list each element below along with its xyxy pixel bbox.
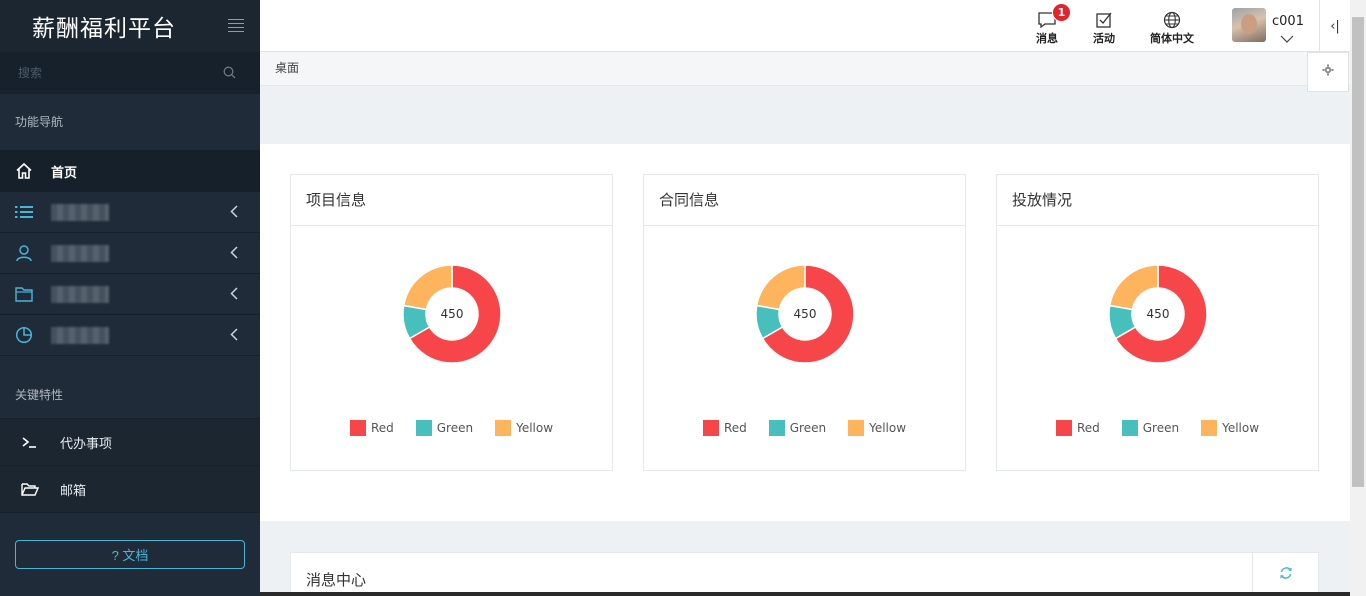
settings-button[interactable] (1307, 52, 1349, 92)
folder-icon (14, 284, 34, 304)
collapse-panel-button[interactable]: ‹| (1319, 0, 1350, 52)
pie-chart-icon (14, 325, 34, 345)
legend-label: Yellow (1222, 421, 1260, 435)
search-input[interactable] (18, 66, 208, 80)
legend-item-red[interactable]: Red (1055, 420, 1100, 436)
card-title: 投放情况 (997, 175, 1318, 226)
legend-label: Red (1076, 421, 1100, 435)
sidebar-item-mailbox[interactable]: 邮箱 (0, 466, 260, 513)
legend-swatch (415, 420, 432, 436)
legend-label: Red (370, 421, 394, 435)
chevron-left-icon (230, 246, 238, 263)
refresh-icon (1279, 566, 1293, 584)
sidebar-search (0, 52, 260, 94)
sidebar: 薪酬福利平台 功能导航 首页 (0, 0, 260, 596)
scrollbar-thumb[interactable] (1352, 17, 1364, 487)
gear-icon (1322, 64, 1334, 80)
features-section-title: 关键特性 (0, 356, 260, 419)
sidebar-item-user[interactable] (0, 233, 260, 274)
home-icon (14, 161, 34, 181)
sidebar-item-label-redacted (51, 285, 109, 303)
card-title: 项目信息 (291, 175, 612, 226)
legend-swatch (848, 420, 865, 436)
legend-label: Red (723, 421, 747, 435)
language-button[interactable]: 简体中文 (1150, 10, 1194, 46)
username[interactable]: c001 (1272, 14, 1304, 29)
sidebar-item-todo[interactable]: 代办事项 (0, 419, 260, 466)
breadcrumb[interactable]: 桌面 (260, 52, 1350, 86)
list-icon (14, 202, 34, 222)
legend-item-yellow[interactable]: Yellow (495, 420, 553, 436)
legend-label: Yellow (516, 421, 554, 435)
legend-swatch (349, 420, 366, 436)
sidebar-item-label: 首页 (51, 165, 78, 181)
vertical-scrollbar[interactable] (1350, 0, 1366, 596)
legend-item-yellow[interactable]: Yellow (1201, 420, 1259, 436)
activity-button[interactable]: 活动 (1093, 10, 1115, 46)
legend-label: Green (436, 421, 474, 435)
sidebar-item-list[interactable] (0, 192, 260, 233)
hamburger-menu-icon[interactable] (228, 19, 244, 33)
legend-item-red[interactable]: Red (349, 420, 394, 436)
sidebar-item-folder[interactable] (0, 274, 260, 315)
delivery-status-card: 投放情况 450 Red Green Yellow (996, 174, 1319, 471)
legend-swatch (1201, 420, 1218, 436)
sidebar-item-label: 代办事项 (60, 436, 113, 452)
legend-item-green[interactable]: Green (1121, 420, 1180, 436)
window-bottom-edge (260, 592, 1350, 596)
sidebar-item-chart[interactable] (0, 315, 260, 356)
sidebar-item-label: 邮箱 (60, 483, 87, 499)
sidebar-item-label-redacted (51, 326, 109, 344)
messages-button[interactable]: 1 消息 (1036, 3, 1071, 46)
nav-section-title: 功能导航 (0, 94, 260, 151)
app-title: 薪酬福利平台 (32, 16, 176, 42)
terminal-icon (20, 432, 40, 452)
legend-label: Yellow (869, 421, 907, 435)
legend-item-green[interactable]: Green (768, 420, 827, 436)
donut-center-value: 450 (440, 307, 464, 321)
legend-item-red[interactable]: Red (702, 420, 747, 436)
top-header: 1 消息 活动 简体中文 c001 ‹| (260, 0, 1350, 52)
card-title: 消息中心 (306, 571, 367, 589)
donut-center-value: 450 (793, 307, 817, 321)
sidebar-item-label-redacted (51, 244, 109, 262)
legend-swatch (1121, 420, 1138, 436)
legend-item-yellow[interactable]: Yellow (848, 420, 906, 436)
legend-label: Green (1142, 421, 1180, 435)
messages-badge: 1 (1052, 3, 1071, 22)
legend-swatch (768, 420, 785, 436)
folder-open-icon (20, 479, 40, 499)
donut-center-value: 450 (1146, 307, 1170, 321)
chart-legend: Red Green Yellow (997, 420, 1318, 436)
messages-label: 消息 (1036, 32, 1058, 45)
sidebar-item-label-redacted (51, 203, 109, 221)
globe-icon (1163, 10, 1181, 30)
legend-swatch (495, 420, 512, 436)
docs-button[interactable]: ? 文档 (15, 540, 245, 569)
card-title: 合同信息 (644, 175, 965, 226)
sidebar-header: 薪酬福利平台 (0, 0, 260, 52)
legend-item-green[interactable]: Green (415, 420, 474, 436)
message-center-card: 消息中心 (290, 552, 1319, 596)
language-label: 简体中文 (1150, 32, 1194, 45)
chevron-left-icon (230, 328, 238, 345)
refresh-button[interactable] (1252, 553, 1318, 596)
checkbox-icon (1095, 10, 1113, 30)
chevron-down-icon[interactable] (1280, 32, 1294, 47)
legend-swatch (1055, 420, 1072, 436)
chevron-left-icon (230, 287, 238, 304)
chart-legend: Red Green Yellow (644, 420, 965, 436)
project-info-card: 项目信息 450 Red Green Yellow (290, 174, 613, 471)
legend-label: Green (789, 421, 827, 435)
chevron-left-icon (230, 205, 238, 222)
user-icon (14, 243, 34, 263)
contract-info-card: 合同信息 450 Red Green Yellow (643, 174, 966, 471)
sidebar-item-home[interactable]: 首页 (0, 151, 260, 192)
avatar[interactable] (1232, 8, 1266, 42)
chart-legend: Red Green Yellow (291, 420, 612, 436)
search-icon[interactable] (223, 66, 236, 83)
activity-label: 活动 (1093, 32, 1115, 45)
legend-swatch (702, 420, 719, 436)
